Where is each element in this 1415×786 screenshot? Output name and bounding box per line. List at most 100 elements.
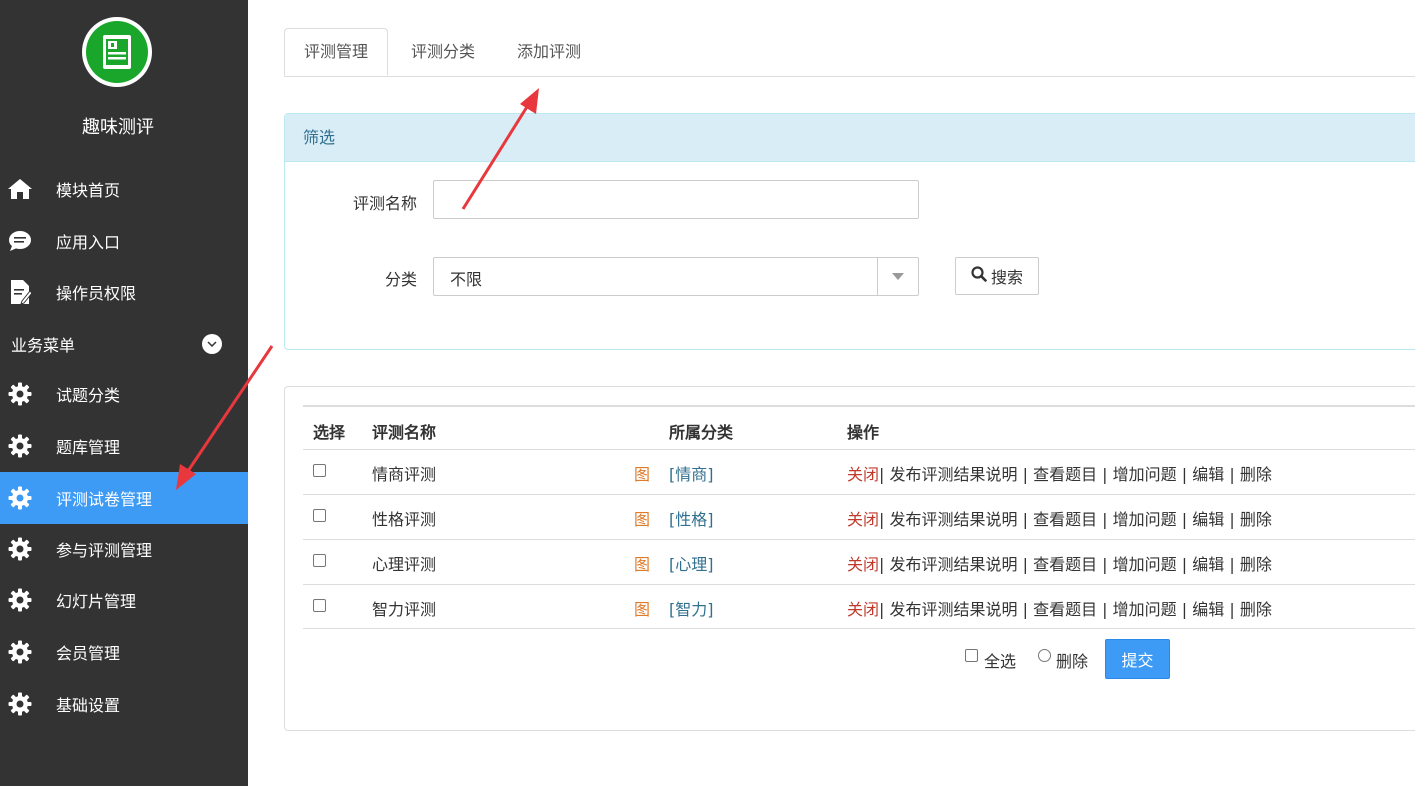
row-checkbox[interactable] bbox=[313, 599, 326, 612]
row-name: 情商评测 bbox=[372, 465, 437, 484]
tab-evaluation-management[interactable]: 评测管理 bbox=[284, 28, 388, 76]
sidebar-item-label: 试题分类 bbox=[56, 386, 121, 405]
delete-radio[interactable] bbox=[1038, 649, 1051, 662]
select-all-checkbox[interactable] bbox=[965, 649, 978, 662]
sidebar-item-test-paper-management[interactable]: 评测试卷管理 bbox=[0, 472, 248, 524]
col-header-name: 评测名称 bbox=[372, 423, 437, 442]
row-actions: 关闭| 发布评测结果说明 | 查看题目 | 增加问题 | 编辑 | 删除 bbox=[847, 600, 1272, 619]
sidebar-section-label: 业务菜单 bbox=[11, 336, 76, 355]
app-name: 趣味测评 bbox=[82, 117, 154, 138]
chevron-down-icon[interactable] bbox=[877, 258, 918, 295]
sidebar-item-module-home[interactable]: 模块首页 bbox=[0, 163, 248, 215]
row-actions: 关闭| 发布评测结果说明 | 查看题目 | 增加问题 | 编辑 | 删除 bbox=[847, 465, 1272, 484]
row-actions: 关闭| 发布评测结果说明 | 查看题目 | 增加问题 | 编辑 | 删除 bbox=[847, 555, 1272, 574]
filter-panel-title: 筛选 bbox=[285, 114, 1415, 162]
delete-radio-label: 删除 bbox=[1056, 652, 1089, 671]
view-questions-link[interactable]: 查看题目 bbox=[1033, 555, 1097, 574]
add-question-link[interactable]: 增加问题 bbox=[1113, 510, 1177, 529]
gear-icon bbox=[7, 587, 33, 613]
table-row: 心理评测 图 [心理] 关闭| 发布评测结果说明 | 查看题目 | 增加问题 |… bbox=[303, 539, 1415, 584]
row-category-link[interactable]: [智力] bbox=[669, 596, 714, 620]
table-row: 性格评测 图 [性格] 关闭| 发布评测结果说明 | 查看题目 | 增加问题 |… bbox=[303, 494, 1415, 539]
category-label: 分类 bbox=[384, 270, 417, 289]
category-select[interactable]: 不限 bbox=[433, 257, 919, 296]
sidebar-item-label: 幻灯片管理 bbox=[56, 592, 137, 611]
select-all-label: 全选 bbox=[984, 652, 1017, 671]
sidebar-item-question-bank[interactable]: 题库管理 bbox=[0, 420, 248, 472]
close-link[interactable]: 关闭 bbox=[847, 465, 879, 484]
col-header-actions: 操作 bbox=[847, 423, 880, 442]
home-icon bbox=[7, 176, 33, 202]
sidebar-item-label: 操作员权限 bbox=[56, 284, 137, 303]
sidebar-item-label: 基础设置 bbox=[56, 696, 121, 715]
row-image-link[interactable]: 图 bbox=[634, 551, 650, 575]
row-checkbox[interactable] bbox=[313, 554, 326, 567]
search-button-label: 搜索 bbox=[990, 268, 1023, 287]
publish-result-link[interactable]: 发布评测结果说明 bbox=[890, 465, 1018, 484]
col-header-select: 选择 bbox=[313, 423, 346, 442]
table-row: 情商评测 图 [情商] 关闭| 发布评测结果说明 | 查看题目 | 增加问题 |… bbox=[303, 449, 1415, 494]
row-checkbox[interactable] bbox=[313, 509, 326, 522]
sidebar-item-label: 应用入口 bbox=[56, 233, 121, 252]
delete-link[interactable]: 删除 bbox=[1240, 555, 1272, 574]
row-name: 智力评测 bbox=[372, 600, 437, 619]
row-image-link[interactable]: 图 bbox=[634, 596, 650, 620]
close-link[interactable]: 关闭 bbox=[847, 510, 879, 529]
row-image-link[interactable]: 图 bbox=[634, 461, 650, 485]
gear-icon bbox=[7, 381, 33, 407]
delete-link[interactable]: 删除 bbox=[1240, 465, 1272, 484]
tab-evaluation-categories[interactable]: 评测分类 bbox=[390, 28, 496, 76]
close-link[interactable]: 关闭 bbox=[847, 600, 879, 619]
category-select-value: 不限 bbox=[450, 270, 483, 289]
add-question-link[interactable]: 增加问题 bbox=[1113, 555, 1177, 574]
submit-button[interactable]: 提交 bbox=[1105, 639, 1170, 679]
gear-icon bbox=[7, 691, 33, 717]
edit-link[interactable]: 编辑 bbox=[1192, 510, 1224, 529]
app-logo-icon bbox=[86, 21, 148, 83]
sidebar-section-business-menu[interactable]: 业务菜单 bbox=[0, 320, 248, 368]
chat-icon bbox=[7, 228, 33, 254]
publish-result-link[interactable]: 发布评测结果说明 bbox=[890, 600, 1018, 619]
sidebar-item-slideshow-management[interactable]: 幻灯片管理 bbox=[0, 574, 248, 626]
chevron-down-icon[interactable] bbox=[202, 334, 222, 354]
col-header-category: 所属分类 bbox=[669, 423, 734, 442]
sidebar-item-app-entry[interactable]: 应用入口 bbox=[0, 215, 248, 267]
edit-link[interactable]: 编辑 bbox=[1192, 555, 1224, 574]
gear-icon bbox=[7, 536, 33, 562]
delete-link[interactable]: 删除 bbox=[1240, 600, 1272, 619]
add-question-link[interactable]: 增加问题 bbox=[1113, 465, 1177, 484]
evaluation-table-panel: 选择 评测名称 所属分类 操作 情商评测 图 [情商] 关闭| 发布评测结果说明… bbox=[284, 386, 1415, 731]
gear-icon bbox=[7, 485, 33, 511]
gear-icon bbox=[7, 433, 33, 459]
gear-icon bbox=[7, 639, 33, 665]
close-link[interactable]: 关闭 bbox=[847, 555, 879, 574]
filter-panel: 筛选 评测名称 分类 不限 搜索 bbox=[284, 113, 1415, 350]
sidebar-item-member-management[interactable]: 会员管理 bbox=[0, 626, 248, 678]
search-button[interactable]: 搜索 bbox=[955, 257, 1039, 295]
row-image-link[interactable]: 图 bbox=[634, 506, 650, 530]
delete-link[interactable]: 删除 bbox=[1240, 510, 1272, 529]
edit-link[interactable]: 编辑 bbox=[1192, 465, 1224, 484]
row-checkbox[interactable] bbox=[313, 464, 326, 477]
view-questions-link[interactable]: 查看题目 bbox=[1033, 465, 1097, 484]
evaluation-name-input[interactable] bbox=[433, 180, 919, 219]
sidebar-item-question-categories[interactable]: 试题分类 bbox=[0, 368, 248, 420]
view-questions-link[interactable]: 查看题目 bbox=[1033, 600, 1097, 619]
edit-link[interactable]: 编辑 bbox=[1192, 600, 1224, 619]
row-category-link[interactable]: [情商] bbox=[669, 461, 714, 485]
publish-result-link[interactable]: 发布评测结果说明 bbox=[890, 555, 1018, 574]
evaluation-name-label: 评测名称 bbox=[352, 194, 417, 213]
sidebar-item-participation-management[interactable]: 参与评测管理 bbox=[0, 523, 248, 575]
view-questions-link[interactable]: 查看题目 bbox=[1033, 510, 1097, 529]
sidebar-item-basic-settings[interactable]: 基础设置 bbox=[0, 678, 248, 730]
app-logo bbox=[82, 17, 152, 87]
sidebar-item-operator-permissions[interactable]: 操作员权限 bbox=[0, 266, 248, 318]
add-question-link[interactable]: 增加问题 bbox=[1113, 600, 1177, 619]
table-row: 智力评测 图 [智力] 关闭| 发布评测结果说明 | 查看题目 | 增加问题 |… bbox=[303, 584, 1415, 629]
row-category-link[interactable]: [性格] bbox=[669, 506, 714, 530]
sidebar-item-label: 会员管理 bbox=[56, 644, 121, 663]
sidebar-item-label: 参与评测管理 bbox=[56, 541, 153, 560]
tab-add-evaluation[interactable]: 添加评测 bbox=[496, 28, 602, 76]
row-category-link[interactable]: [心理] bbox=[669, 551, 714, 575]
publish-result-link[interactable]: 发布评测结果说明 bbox=[890, 510, 1018, 529]
